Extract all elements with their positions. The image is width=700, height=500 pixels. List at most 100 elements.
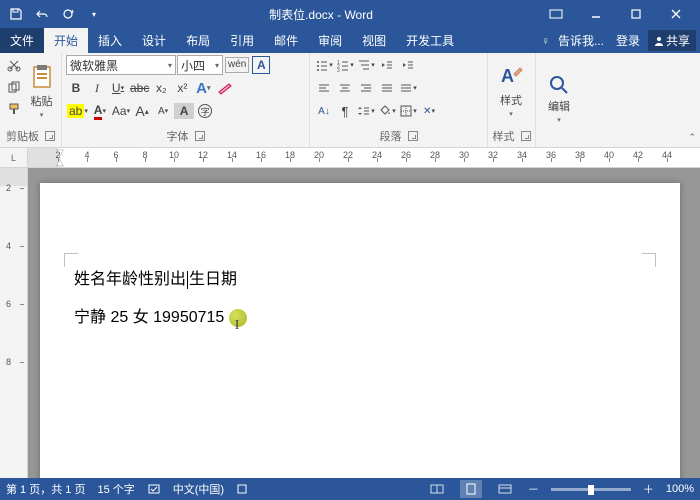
char-shading-button[interactable]: A xyxy=(174,103,194,119)
text-effects-button[interactable]: A▾ xyxy=(193,78,213,98)
chevron-down-icon: ▾ xyxy=(509,110,513,118)
macro-icon[interactable] xyxy=(236,483,248,495)
person-icon xyxy=(654,36,664,46)
zoom-level[interactable]: 100% xyxy=(666,483,694,495)
superscript-button[interactable]: x² xyxy=(172,78,192,98)
grow-font-button[interactable]: A▴ xyxy=(132,101,152,121)
qat-customize[interactable]: ▾ xyxy=(82,2,106,26)
italic-button[interactable]: I xyxy=(87,78,107,98)
tab-home[interactable]: 开始 xyxy=(44,28,88,53)
increase-indent-button[interactable] xyxy=(398,55,418,75)
shrink-font-button[interactable]: A▾ xyxy=(153,101,173,121)
tab-design[interactable]: 设计 xyxy=(132,28,176,53)
close-button[interactable] xyxy=(656,0,696,28)
proofing-icon[interactable] xyxy=(147,482,161,496)
numbering-button[interactable]: 123▾ xyxy=(335,55,355,75)
collapse-ribbon-button[interactable]: ⌃ xyxy=(688,132,696,143)
tab-view[interactable]: 视图 xyxy=(352,28,396,53)
clipboard-launcher[interactable] xyxy=(45,131,55,141)
save-button[interactable] xyxy=(4,2,28,26)
tab-file[interactable]: 文件 xyxy=(0,28,44,53)
decrease-indent-button[interactable] xyxy=(377,55,397,75)
page[interactable]: 姓名年龄性别出生日期 宁静 25 女 19950715 xyxy=(40,183,680,478)
highlight-button[interactable]: ab▾ xyxy=(66,101,89,121)
font-color-button[interactable]: A▾ xyxy=(90,101,110,121)
font-size-combo[interactable]: 小四▾ xyxy=(177,55,223,75)
tab-selector[interactable]: L xyxy=(0,148,28,167)
bullets-button[interactable]: ▾ xyxy=(314,55,334,75)
phonetic-guide-button[interactable]: wén xyxy=(224,55,250,75)
hanging-indent-marker[interactable]: △ xyxy=(56,157,64,167)
minimize-button[interactable] xyxy=(576,0,616,28)
text-cursor xyxy=(187,271,188,289)
shading-button[interactable]: ▾ xyxy=(377,101,397,121)
line-spacing-button[interactable]: ▾ xyxy=(356,101,376,121)
subscript-button[interactable]: x₂ xyxy=(151,78,171,98)
copy-button[interactable] xyxy=(4,77,24,97)
language-status[interactable]: 中文(中国) xyxy=(173,481,224,497)
text-run: 生日期 xyxy=(189,271,237,288)
sort-button[interactable]: A↓ xyxy=(314,101,334,121)
underline-button[interactable]: U▾ xyxy=(108,78,128,98)
maximize-button[interactable] xyxy=(616,0,656,28)
styles-icon: A xyxy=(498,64,524,90)
justify-button[interactable] xyxy=(377,78,397,98)
align-center-button[interactable] xyxy=(335,78,355,98)
enclose-char-button[interactable]: 字 xyxy=(195,101,215,121)
borders-button[interactable]: ▾ xyxy=(398,101,418,121)
strike-button[interactable]: abc xyxy=(129,78,150,98)
document-text[interactable]: 姓名年龄性别出生日期 宁静 25 女 19950715 xyxy=(74,261,660,338)
tab-references[interactable]: 引用 xyxy=(220,28,264,53)
zoom-out-button[interactable]: － xyxy=(528,481,539,497)
read-mode-button[interactable] xyxy=(426,480,448,498)
show-marks-button[interactable]: ¶ xyxy=(335,101,355,121)
bold-button[interactable]: B xyxy=(66,78,86,98)
multilevel-button[interactable]: ▾ xyxy=(356,55,376,75)
tab-mailings[interactable]: 邮件 xyxy=(264,28,308,53)
tell-me[interactable]: 告诉我... xyxy=(554,32,608,49)
styles-launcher[interactable] xyxy=(521,131,531,141)
clipboard-icon xyxy=(29,63,55,91)
vertical-ruler[interactable]: 2468 xyxy=(0,168,28,478)
svg-text:A: A xyxy=(501,66,514,86)
web-layout-button[interactable] xyxy=(494,480,516,498)
chevron-down-icon[interactable]: ▾ xyxy=(212,61,219,70)
page-status[interactable]: 第 1 页，共 1 页 xyxy=(6,481,85,497)
editing-button[interactable]: 编辑 ▾ xyxy=(540,55,578,142)
word-count[interactable]: 15 个字 xyxy=(97,481,134,497)
redo-button[interactable] xyxy=(56,2,80,26)
signin-button[interactable]: 登录 xyxy=(612,32,644,49)
ribbon-options-button[interactable] xyxy=(536,0,576,28)
undo-button[interactable] xyxy=(30,2,54,26)
clear-format-button[interactable] xyxy=(214,78,234,98)
paste-button[interactable]: 粘贴 ▾ xyxy=(26,55,57,126)
share-button[interactable]: 共享 xyxy=(648,30,696,51)
zoom-slider[interactable] xyxy=(551,488,631,491)
paragraph-launcher[interactable] xyxy=(408,131,418,141)
align-left-button[interactable] xyxy=(314,78,334,98)
styles-button[interactable]: A 样式 ▾ xyxy=(492,55,530,126)
print-layout-button[interactable] xyxy=(460,480,482,498)
align-right-button[interactable] xyxy=(356,78,376,98)
share-label: 共享 xyxy=(666,32,690,49)
text-run: 姓名年龄性别出 xyxy=(74,271,186,288)
clipboard-group-label: 剪贴板 xyxy=(6,128,39,144)
tab-insert[interactable]: 插入 xyxy=(88,28,132,53)
tab-developer[interactable]: 开发工具 xyxy=(396,28,464,53)
asian-layout-button[interactable]: ✕▾ xyxy=(419,101,439,121)
tab-layout[interactable]: 布局 xyxy=(176,28,220,53)
horizontal-ruler[interactable]: 2468101214161820222426283032343638404244… xyxy=(28,148,700,167)
tab-review[interactable]: 审阅 xyxy=(308,28,352,53)
cut-button[interactable] xyxy=(4,55,24,75)
change-case-button[interactable]: Aa▾ xyxy=(111,101,131,121)
font-name-combo[interactable]: 微软雅黑▾ xyxy=(66,55,176,75)
search-icon xyxy=(548,74,570,96)
format-painter-button[interactable] xyxy=(4,99,24,119)
document-area[interactable]: 姓名年龄性别出生日期 宁静 25 女 19950715 xyxy=(28,168,700,478)
chevron-down-icon[interactable]: ▾ xyxy=(165,61,172,70)
font-launcher[interactable] xyxy=(195,131,205,141)
zoom-in-button[interactable]: ＋ xyxy=(643,481,654,497)
distribute-button[interactable]: ▾ xyxy=(398,78,418,98)
char-border-button[interactable]: A xyxy=(251,55,271,75)
styles-group-label: 样式 xyxy=(493,128,515,144)
